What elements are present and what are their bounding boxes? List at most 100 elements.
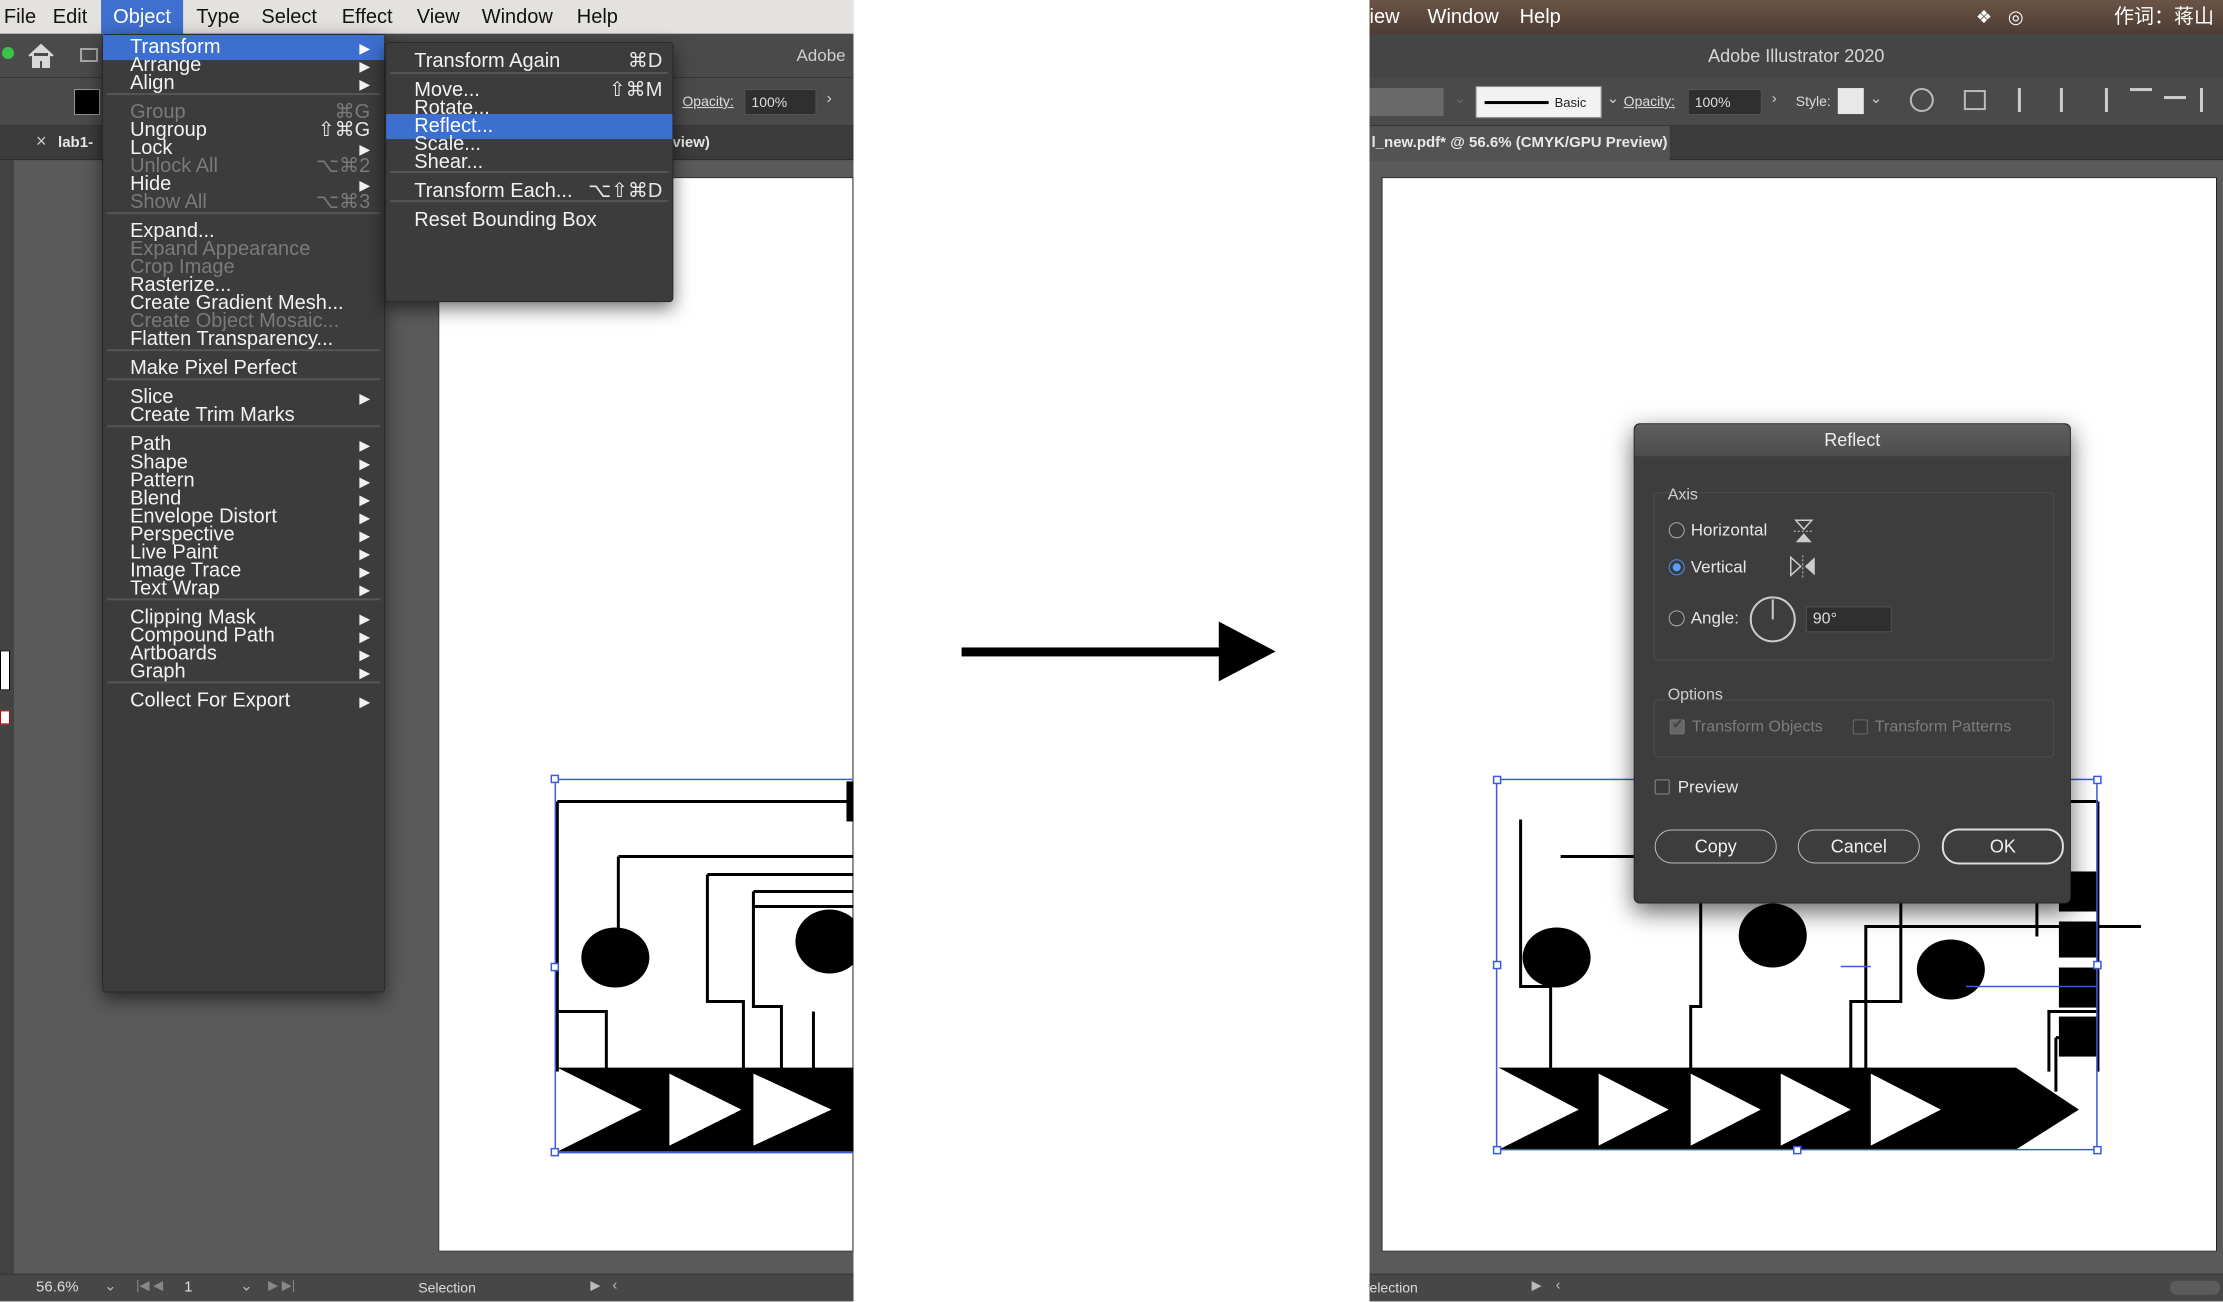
vertical-radio[interactable] (1668, 559, 1685, 576)
opacity-chevron-icon[interactable]: › (826, 90, 831, 108)
stroke-line-icon (1484, 101, 1549, 105)
submenu-arrow-icon: ▶ (359, 693, 371, 710)
last-artboard-icon[interactable]: ▶ ▶| (268, 1278, 295, 1294)
document-tab[interactable]: l_new.pdf* @ 56.6% (CMYK/GPU Preview) (1369, 126, 1670, 161)
menu-separator (107, 681, 381, 684)
menu-view[interactable]: View (412, 0, 464, 34)
menu-edit[interactable]: Edit (46, 0, 94, 34)
tools-panel (0, 160, 15, 1281)
artwork-circuit[interactable] (439, 178, 854, 1253)
dropbox-icon[interactable]: ❖ (1976, 0, 1992, 34)
now-playing-text: 作词：蒋山 (2113, 6, 2214, 29)
style-chevron-icon[interactable]: ⌄ (1870, 89, 1883, 107)
stroke-style-label: Basic (1554, 95, 1587, 111)
align-bottom-icon[interactable] (2199, 88, 2222, 113)
angle-label[interactable]: Angle: (1691, 608, 1739, 628)
workspace-icon[interactable] (80, 48, 99, 63)
align-top-icon[interactable] (2129, 88, 2152, 112)
menu-view[interactable]: iew (1370, 0, 1400, 34)
align-right-icon[interactable] (2088, 88, 2108, 113)
preview-label[interactable]: Preview (1678, 777, 1739, 797)
transform-menu-item-transform-again[interactable]: Transform Again ⌘D (386, 49, 672, 74)
home-icon[interactable] (26, 42, 56, 70)
artboard-number[interactable]: 1 (184, 1279, 192, 1296)
object-menu-item-collect-for-export[interactable]: Collect For Export ▶ (103, 688, 384, 713)
recolor-icon[interactable] (1909, 88, 1934, 113)
opacity-input[interactable]: 100% (744, 89, 817, 116)
menu-help[interactable]: Help (570, 0, 624, 34)
angle-radio[interactable] (1668, 610, 1685, 627)
menu-separator (390, 171, 669, 174)
style-swatch[interactable] (1837, 88, 1864, 115)
artboard-dropdown-icon[interactable]: ⌄ (240, 1277, 253, 1295)
menu-item-label: Reset Bounding Box (414, 209, 597, 232)
stroke-weight-field[interactable] (1369, 88, 1444, 117)
menu-window[interactable]: Window (1428, 0, 1499, 34)
style-label: Style: (1795, 93, 1831, 110)
opacity-chevron-icon[interactable]: › (1772, 90, 1777, 107)
horizontal-label[interactable]: Horizontal (1691, 520, 1768, 540)
menu-bar: iew Window Help ❖ ◎ 作词：蒋山 (1369, 0, 2223, 35)
preview-checkbox[interactable] (1654, 779, 1670, 795)
document-tab[interactable]: lab1- (58, 134, 93, 151)
transform-patterns-checkbox[interactable] (1852, 719, 1868, 735)
status-expand-icon[interactable]: ▶ (590, 1278, 600, 1294)
app-label: Adobe (796, 46, 846, 66)
menu-item-label: Transform Again (414, 50, 561, 73)
status-expand-icon[interactable]: ▶ (1532, 1278, 1542, 1294)
align-center-icon[interactable] (2059, 88, 2080, 113)
menu-window[interactable]: Window (474, 0, 560, 34)
transform-menu-item-reset-bounding-box[interactable]: Reset Bounding Box (386, 208, 672, 233)
menu-separator (107, 349, 381, 352)
options-label: Options (1667, 686, 1723, 704)
horizontal-radio[interactable] (1668, 522, 1685, 539)
window-title: Adobe Illustrator 2020 (1369, 34, 2223, 79)
align-to-icon[interactable] (1963, 90, 1986, 111)
transform-submenu: Transform Again ⌘D Move... ⇧⌘M Rotate... Refl… (385, 42, 674, 303)
menu-object[interactable]: Object (101, 0, 184, 35)
control-bar: ⌄ Basic ⌄ Opacity: 100% › Style: ⌄ (1369, 78, 2223, 127)
menu-bar: File Edit Object Type Select Effect View… (0, 0, 854, 35)
menu-effect[interactable]: Effect (333, 0, 401, 34)
stroke-profile[interactable]: Basic (1475, 86, 1602, 119)
menu-separator (107, 378, 381, 381)
opacity-label: Opacity: (1623, 93, 1676, 110)
scroll-left-icon[interactable]: ‹ (1556, 1277, 1561, 1294)
window-zoom-button[interactable] (2, 47, 15, 60)
cancel-button[interactable]: Cancel (1797, 829, 1920, 864)
stroke-none-icon[interactable] (0, 710, 11, 725)
align-middle-icon[interactable] (2163, 96, 2186, 120)
menu-item-shortcut: ⌘D (627, 50, 663, 73)
arrow-right-icon (961, 621, 1276, 682)
stroke-profile-chevron-icon[interactable]: ⌄ (1607, 89, 1620, 107)
object-menu: Transform ▶ Arrange ▶ Align ▶ Group ⌘G Ungroup ⇧⌘… (102, 34, 386, 993)
menu-help[interactable]: Help (1520, 0, 1561, 34)
zoom-level[interactable]: 56.6% (36, 1279, 79, 1296)
transform-patterns-label: Transform Patterns (1874, 718, 2012, 736)
scroll-left-icon[interactable]: ‹ (612, 1277, 617, 1294)
menu-type[interactable]: Type (190, 0, 246, 34)
vertical-label[interactable]: Vertical (1691, 557, 1747, 577)
stroke-weight-chevron-icon[interactable]: ⌄ (1454, 89, 1467, 107)
ok-button[interactable]: OK (1941, 828, 2064, 865)
screenshot-content: iew Window Help ❖ ◎ 作词：蒋山 Adobe Illustra… (1369, 0, 2223, 1301)
angle-input[interactable]: 90° (1805, 606, 1892, 633)
fill-color-icon[interactable] (0, 650, 11, 691)
align-left-icon[interactable] (2017, 88, 2038, 113)
close-tab-icon[interactable]: × (36, 131, 47, 152)
current-tool: Selection (418, 1279, 476, 1296)
copy-button[interactable]: Copy (1654, 829, 1777, 864)
angle-dial-icon[interactable] (1748, 594, 1798, 644)
opacity-input[interactable]: 100% (1687, 89, 1762, 116)
comparison-canvas: File Edit Object Type Select Effect View… (0, 0, 2223, 1302)
spotlight-icon[interactable]: ◎ (2008, 0, 2024, 34)
menu-file[interactable]: File (2, 0, 38, 34)
screenshot-content: File Edit Object Type Select Effect View… (0, 0, 854, 1301)
fill-swatch[interactable] (74, 89, 101, 116)
checkmark-icon: ✔ (1671, 715, 1684, 732)
menu-select[interactable]: Select (256, 0, 322, 34)
zoom-dropdown-icon[interactable]: ⌄ (104, 1277, 117, 1295)
horizontal-scrollbar[interactable] (2169, 1280, 2220, 1295)
menu-separator (390, 200, 669, 203)
first-artboard-icon[interactable]: |◀ ◀ (136, 1278, 163, 1294)
